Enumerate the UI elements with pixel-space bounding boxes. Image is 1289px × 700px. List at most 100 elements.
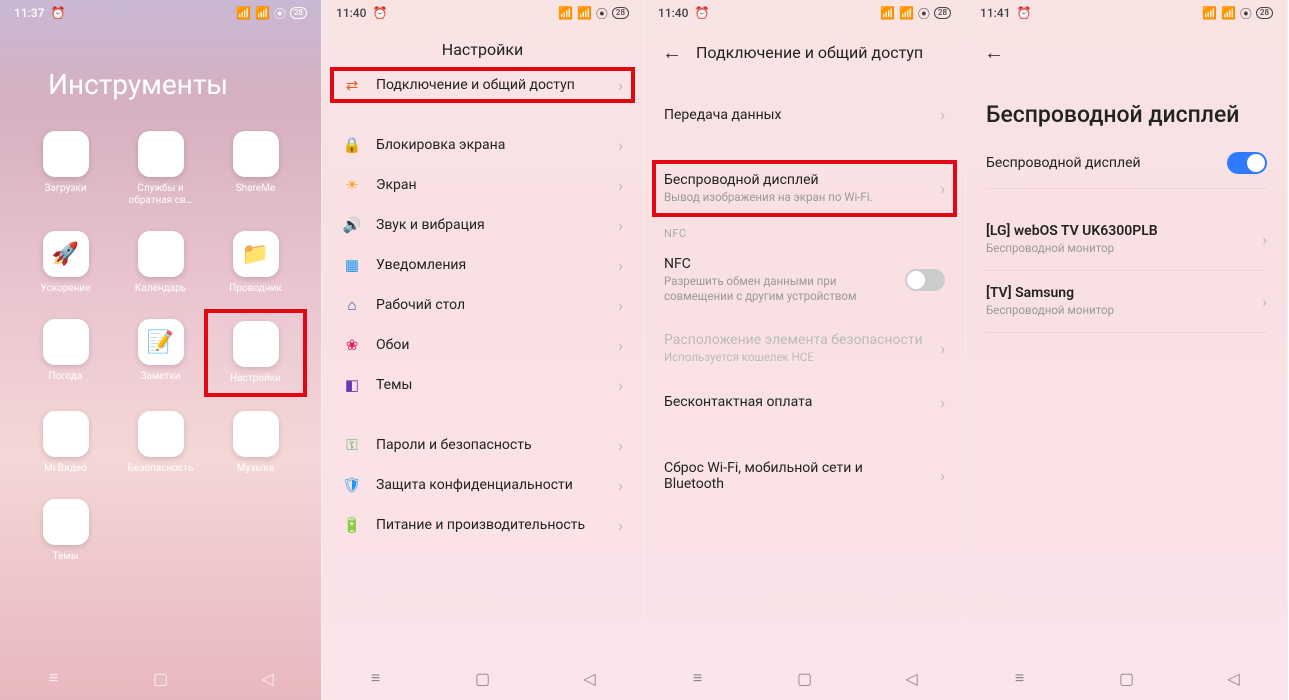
app-безопасность[interactable]: 🛡Безопасность <box>113 411 208 475</box>
nav-bar: ≡ ▢ ◁ <box>0 656 321 700</box>
device-row[interactable]: [LG] webOS TV UK6300PLBБеспроводной мони… <box>966 209 1287 270</box>
settings-row[interactable]: 🛡Защита конфиденциальности› <box>322 465 643 505</box>
status-bar: 11:40 ⏰ 📶 📶 ⦿ 28 <box>322 0 643 26</box>
app-настройки[interactable]: ⚙Настройки <box>204 309 307 397</box>
app-ускорение[interactable]: 🚀 Ускорение <box>18 231 113 295</box>
app-label: Службы и обратная св… <box>121 183 201 207</box>
nav-back-button[interactable]: ◁ <box>1224 668 1244 688</box>
wifi-icon: ⦿ <box>918 5 930 22</box>
settings-row[interactable]: 🔊Звук и вибрация› <box>322 205 643 245</box>
device-name: [LG] webOS TV UK6300PLB <box>986 223 1248 239</box>
row-label: Рабочий стол <box>376 297 604 313</box>
chevron-right-icon: › <box>618 436 623 455</box>
settings-row[interactable]: ◧Темы› <box>322 365 643 405</box>
settings-row[interactable]: ▦Уведомления› <box>322 245 643 285</box>
settings-row[interactable]: 🔋Питание и производительность› <box>322 505 643 545</box>
list-row[interactable]: Передача данных› <box>644 91 965 138</box>
nav-home-button[interactable]: ▢ <box>151 668 171 688</box>
app-службы-и-обратная-св-[interactable]: ⚙Службы и обратная св… <box>113 131 208 207</box>
chevron-right-icon: › <box>940 179 945 198</box>
app-shareme[interactable]: ∞ShareMe <box>208 131 303 207</box>
settings-row[interactable]: ⚿Пароли и безопасность› <box>322 425 643 465</box>
row-label: Подключение и общий доступ <box>376 77 604 93</box>
app-label: Настройки <box>230 373 281 385</box>
app-проводник[interactable]: 📁Проводник <box>208 231 303 295</box>
nav-recent-button[interactable]: ≡ <box>44 668 64 688</box>
nav-home-button[interactable]: ▢ <box>1117 668 1137 688</box>
connection-list: Передача данных› Беспроводной дисплейВыво… <box>644 91 965 506</box>
app-label: Проводник <box>229 283 282 295</box>
nav-back-button[interactable]: ◁ <box>580 668 600 688</box>
app-label: Ускорение <box>41 283 91 295</box>
app-label: Календарь <box>135 283 186 295</box>
nav-bar: ≡ ▢ ◁ <box>966 656 1287 700</box>
signal-icon: 📶 <box>236 6 251 20</box>
row-icon: 🔋 <box>342 515 362 535</box>
app-погода[interactable]: ☀Погода <box>18 319 113 387</box>
app-icon: 15 <box>138 231 184 277</box>
device-row[interactable]: [TV] SamsungБеспроводной монитор› <box>966 271 1287 332</box>
chevron-right-icon: › <box>618 336 623 355</box>
chevron-right-icon: › <box>1262 230 1267 249</box>
status-time: 11:37 <box>14 6 44 20</box>
app-календарь[interactable]: 15 Календарь <box>113 231 208 295</box>
nav-recent-button[interactable]: ≡ <box>688 668 708 688</box>
app-загрузки[interactable]: ⬇Загрузки <box>18 131 113 207</box>
chevron-right-icon: › <box>940 105 945 124</box>
battery-icon: 28 <box>612 7 629 19</box>
row-label: Защита конфиденциальности <box>376 477 604 493</box>
app-темы[interactable]: ◎Темы <box>18 499 113 563</box>
nav-home-button[interactable]: ▢ <box>795 668 815 688</box>
app-заметки[interactable]: 📝Заметки <box>113 319 208 387</box>
list-row[interactable]: Бесконтактная оплата› <box>644 379 965 426</box>
row-label: Блокировка экрана <box>376 137 604 153</box>
back-button[interactable]: ← <box>662 40 682 65</box>
list-row[interactable]: NFC Разрешить обмен данными при совмещени… <box>644 242 965 318</box>
row-icon: 🔊 <box>342 215 362 235</box>
status-bar: 11:41 ⏰ 📶 📶 ⦿ 28 <box>966 0 1287 26</box>
row-label: Уведомления <box>376 257 604 273</box>
app-mi-видео[interactable]: ▶Mi Видео <box>18 411 113 475</box>
chevron-right-icon: › <box>618 216 623 235</box>
row-icon: ⇄ <box>342 75 362 95</box>
app-label: ShareMe <box>236 183 276 195</box>
wireless-display-toggle[interactable] <box>1227 152 1267 174</box>
signal-icon: 📶 <box>1202 6 1217 20</box>
nav-home-button[interactable]: ▢ <box>473 668 493 688</box>
row-icon: ⚿ <box>342 435 362 455</box>
wireless-display-toggle-row[interactable]: Беспроводной дисплей <box>966 138 1287 188</box>
app-icon: 🚀 <box>43 231 89 277</box>
toggle-label: Беспроводной дисплей <box>986 155 1213 171</box>
row-label: NFC <box>664 256 891 272</box>
app-icon: ⬇ <box>43 131 89 177</box>
row-icon: 🔒 <box>342 135 362 155</box>
chevron-right-icon: › <box>618 76 623 95</box>
nav-back-button[interactable]: ◁ <box>258 668 278 688</box>
status-time: 11:40 <box>336 6 366 20</box>
header: ← <box>966 26 1287 71</box>
row-subtitle: Разрешить обмен данными при совмещении с… <box>664 274 891 304</box>
back-button[interactable]: ← <box>984 40 1004 65</box>
list-row[interactable]: Сброс Wi-Fi, мобильной сети и Bluetooth› <box>644 446 965 506</box>
row-label: Питание и производительность <box>376 517 604 533</box>
signal-icon: 📶 <box>899 6 914 20</box>
nav-recent-button[interactable]: ≡ <box>1010 668 1030 688</box>
settings-row[interactable]: ☀Экран› <box>322 165 643 205</box>
app-музыка[interactable]: ♪Музыка <box>208 411 303 475</box>
settings-row[interactable]: ⇄ Подключение и общий доступ › <box>322 65 643 105</box>
toggle[interactable] <box>905 269 945 291</box>
app-label: Погода <box>49 371 83 383</box>
chevron-right-icon: › <box>618 476 623 495</box>
chevron-right-icon: › <box>618 136 623 155</box>
nav-back-button[interactable]: ◁ <box>902 668 922 688</box>
device-type: Беспроводной монитор <box>986 303 1248 318</box>
settings-row[interactable]: ❀Обои› <box>322 325 643 365</box>
app-icon: 📝 <box>138 319 184 365</box>
list-row[interactable]: Беспроводной дисплейВывод изображения на… <box>644 158 965 219</box>
nav-recent-button[interactable]: ≡ <box>366 668 386 688</box>
app-icon: ♪ <box>233 411 279 457</box>
settings-row[interactable]: ⌂Рабочий стол› <box>322 285 643 325</box>
settings-row[interactable]: 🔒 Блокировка экрана › <box>322 125 643 165</box>
status-bar: 11:40 ⏰ 📶 📶 ⦿ 28 <box>644 0 965 26</box>
chevron-right-icon: › <box>940 466 945 485</box>
